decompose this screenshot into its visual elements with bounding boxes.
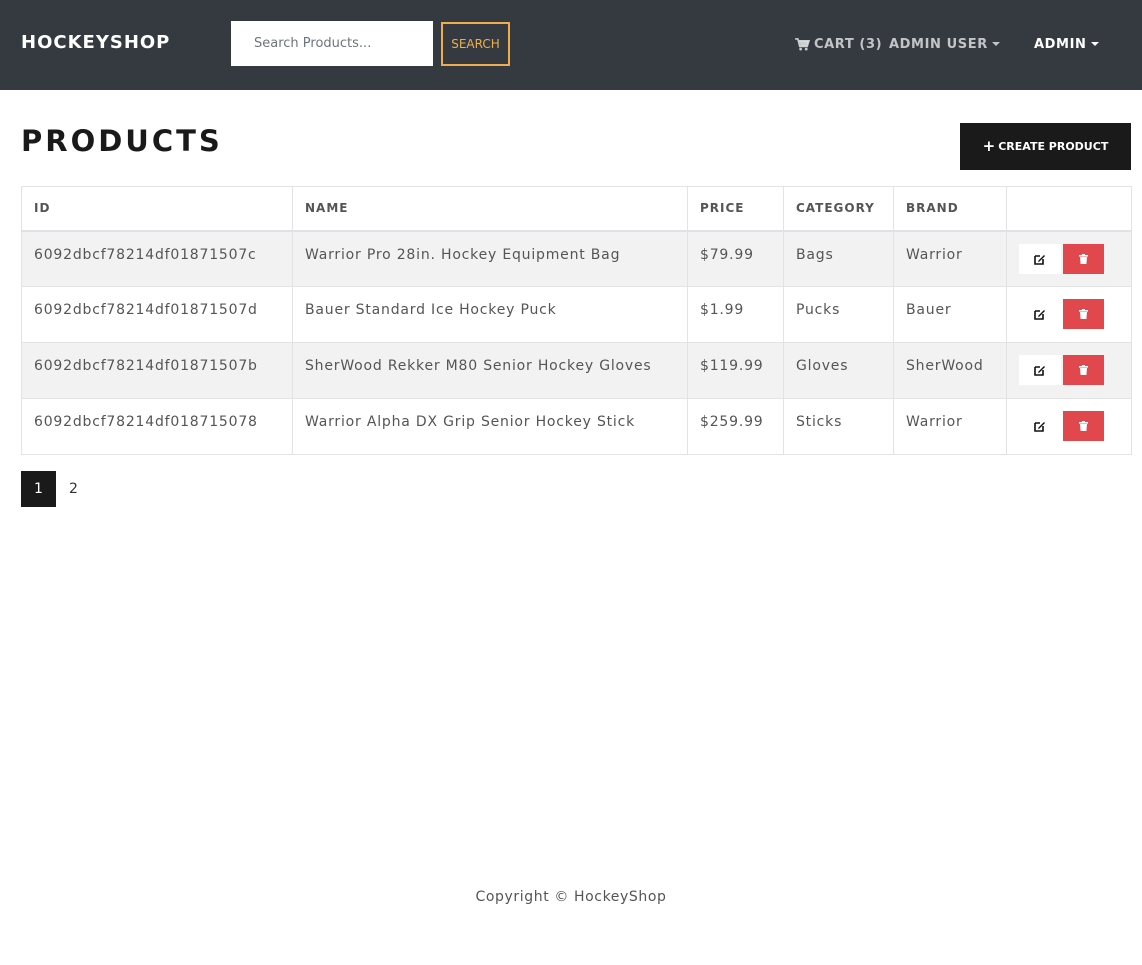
product-brand: SherWood: [893, 342, 1007, 399]
product-price: $79.99: [687, 230, 784, 287]
column-header-category: CATEGORY: [783, 186, 894, 232]
plus-icon: +: [982, 137, 996, 155]
column-header-brand: BRAND: [893, 186, 1007, 232]
product-price: $1.99: [687, 286, 784, 343]
product-brand: Warrior: [893, 230, 1007, 287]
pagination: 1 2: [21, 471, 91, 507]
product-category: Gloves: [783, 342, 894, 399]
delete-button[interactable]: [1063, 411, 1104, 441]
trash-icon: [1079, 421, 1088, 431]
trash-icon: [1079, 365, 1088, 375]
search-input[interactable]: [231, 21, 433, 66]
create-product-label: CREATE PRODUCT: [998, 140, 1109, 153]
row-actions: [1006, 230, 1132, 287]
delete-button[interactable]: [1063, 299, 1104, 329]
column-header-id: ID: [21, 186, 293, 232]
navbar: HOCKEYSHOP SEARCH CART (3) ADMIN USER AD…: [0, 0, 1142, 90]
table-row: 6092dbcf78214df018715078 Warrior Alpha D…: [21, 398, 1132, 455]
edit-button[interactable]: [1019, 299, 1061, 329]
row-actions: [1006, 286, 1132, 343]
footer-copyright: Copyright © HockeyShop: [475, 889, 667, 905]
product-name: SherWood Rekker M80 Senior Hockey Gloves: [292, 342, 688, 399]
column-header-actions: [1006, 186, 1132, 232]
row-actions: [1006, 342, 1132, 399]
page-link-1[interactable]: 1: [21, 471, 56, 507]
product-brand: Warrior: [893, 398, 1007, 455]
user-menu-label: ADMIN USER: [889, 36, 988, 52]
product-name: Warrior Alpha DX Grip Senior Hockey Stic…: [292, 398, 688, 455]
delete-button[interactable]: [1063, 243, 1104, 274]
chevron-down-icon: [991, 42, 1000, 46]
create-product-button[interactable]: + CREATE PRODUCT: [960, 123, 1131, 170]
table-header-row: ID NAME PRICE CATEGORY BRAND: [21, 186, 1132, 232]
user-menu-dropdown[interactable]: ADMIN USER: [889, 35, 1000, 53]
product-name: Warrior Pro 28in. Hockey Equipment Bag: [292, 230, 688, 287]
trash-icon: [1079, 309, 1088, 319]
brand-logo[interactable]: HOCKEYSHOP: [21, 33, 170, 53]
product-name: Bauer Standard Ice Hockey Puck: [292, 286, 688, 343]
column-header-price: PRICE: [687, 186, 784, 232]
product-brand: Bauer: [893, 286, 1007, 343]
chevron-down-icon: [1090, 42, 1099, 46]
product-id: 6092dbcf78214df01871507b: [21, 342, 293, 399]
admin-menu-dropdown[interactable]: ADMIN: [1034, 35, 1099, 53]
page-link-2[interactable]: 2: [56, 471, 91, 507]
product-price: $259.99: [687, 398, 784, 455]
product-id: 6092dbcf78214df018715078: [21, 398, 293, 455]
cart-link[interactable]: CART (3): [795, 35, 882, 53]
delete-button[interactable]: [1063, 355, 1104, 385]
table-row: 6092dbcf78214df01871507b SherWood Rekker…: [21, 342, 1132, 399]
table-row: 6092dbcf78214df01871507c Warrior Pro 28i…: [21, 230, 1132, 287]
edit-button[interactable]: [1019, 243, 1061, 274]
product-category: Sticks: [783, 398, 894, 455]
table-row: 6092dbcf78214df01871507d Bauer Standard …: [21, 286, 1132, 343]
row-actions: [1006, 398, 1132, 455]
page-title: PRODUCTS: [21, 124, 223, 158]
products-table: ID NAME PRICE CATEGORY BRAND 6092dbcf782…: [21, 186, 1132, 455]
product-category: Bags: [783, 230, 894, 287]
search-button[interactable]: SEARCH: [441, 22, 510, 66]
product-id: 6092dbcf78214df01871507c: [21, 230, 293, 287]
edit-button[interactable]: [1019, 355, 1061, 385]
trash-icon: [1079, 253, 1088, 264]
edit-icon: [1034, 366, 1045, 376]
admin-menu-label: ADMIN: [1034, 36, 1087, 52]
cart-label: CART (3): [814, 36, 883, 52]
product-id: 6092dbcf78214df01871507d: [21, 286, 293, 343]
edit-icon: [1034, 422, 1045, 432]
edit-icon: [1034, 310, 1045, 320]
edit-icon: [1034, 254, 1045, 265]
shopping-cart-icon: [795, 37, 810, 51]
edit-button[interactable]: [1019, 411, 1061, 441]
column-header-name: NAME: [292, 186, 688, 232]
product-price: $119.99: [687, 342, 784, 399]
product-category: Pucks: [783, 286, 894, 343]
